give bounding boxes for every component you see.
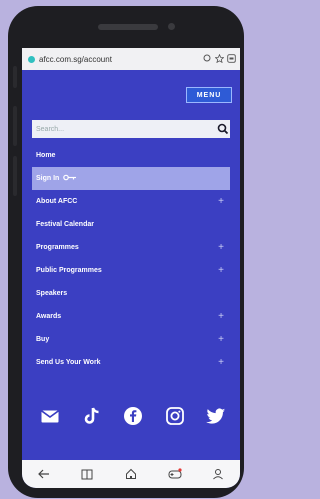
nav-item-label: Festival Calendar	[36, 221, 94, 228]
expand-plus-icon[interactable]: +	[218, 242, 224, 253]
menu-button[interactable]: MENU	[186, 87, 232, 103]
nav-item-label: About AFCC	[36, 198, 78, 205]
nav-item-home[interactable]: Home	[32, 144, 230, 167]
star-icon[interactable]	[213, 53, 225, 65]
tabs-circle-icon[interactable]	[202, 54, 212, 64]
key-icon	[63, 174, 77, 183]
games-icon[interactable]	[166, 465, 184, 483]
twitter-icon[interactable]	[204, 404, 228, 428]
expand-plus-icon[interactable]: +	[218, 357, 224, 368]
nav-item-label: Buy	[36, 336, 50, 343]
nav-item-label: Send Us Your Work	[36, 359, 101, 366]
nav-item-send-us-your-work[interactable]: Send Us Your Work +	[32, 351, 230, 374]
expand-plus-icon[interactable]: +	[218, 196, 224, 207]
phone-screen: afcc.com.sg/account MENU Search... Home …	[22, 48, 240, 488]
url-text[interactable]: afcc.com.sg/account	[39, 55, 202, 64]
nav-item-awards[interactable]: Awards +	[32, 305, 230, 328]
phone-side-button	[13, 66, 17, 88]
nav-item-label: Home	[36, 152, 56, 159]
search-input[interactable]: Search...	[32, 126, 216, 133]
nav-item-sign-in[interactable]: Sign In	[32, 167, 230, 190]
account-icon[interactable]	[209, 465, 227, 483]
nav-item-label: Programmes	[36, 244, 79, 251]
nav-menu: Home Sign In About AFCC + Festival Calen…	[32, 144, 230, 374]
tiktok-icon[interactable]	[80, 404, 104, 428]
nav-item-label: Speakers	[36, 290, 68, 297]
speaker-notch	[98, 24, 158, 30]
nav-item-label: Sign In	[36, 175, 60, 182]
back-icon[interactable]	[35, 465, 53, 483]
browser-url-bar[interactable]: afcc.com.sg/account	[22, 48, 240, 70]
facebook-icon[interactable]	[121, 404, 145, 428]
mail-icon[interactable]	[38, 404, 62, 428]
book-icon[interactable]	[78, 465, 96, 483]
expand-plus-icon[interactable]: +	[218, 334, 224, 345]
search-icon[interactable]	[216, 122, 230, 136]
social-links	[38, 404, 228, 428]
phone-volume-up	[13, 106, 17, 146]
camera	[168, 23, 175, 30]
browser-bottom-bar	[22, 460, 240, 488]
expand-plus-icon[interactable]: +	[218, 311, 224, 322]
tab-count-icon[interactable]	[226, 53, 236, 65]
phone-volume-down	[13, 156, 17, 196]
expand-plus-icon[interactable]: +	[218, 265, 224, 276]
nav-item-label: Public Programmes	[36, 267, 102, 274]
site-security-icon[interactable]	[28, 55, 35, 63]
nav-item-public-programmes[interactable]: Public Programmes +	[32, 259, 230, 282]
nav-item-buy[interactable]: Buy +	[32, 328, 230, 351]
search-bar[interactable]: Search...	[32, 120, 230, 138]
nav-item-programmes[interactable]: Programmes +	[32, 236, 230, 259]
instagram-icon[interactable]	[163, 404, 187, 428]
nav-item-about-afcc[interactable]: About AFCC +	[32, 190, 230, 213]
nav-item-festival-calendar[interactable]: Festival Calendar	[32, 213, 230, 236]
nav-item-label: Awards	[36, 313, 62, 320]
home-icon[interactable]	[122, 465, 140, 483]
nav-item-speakers[interactable]: Speakers	[32, 282, 230, 305]
